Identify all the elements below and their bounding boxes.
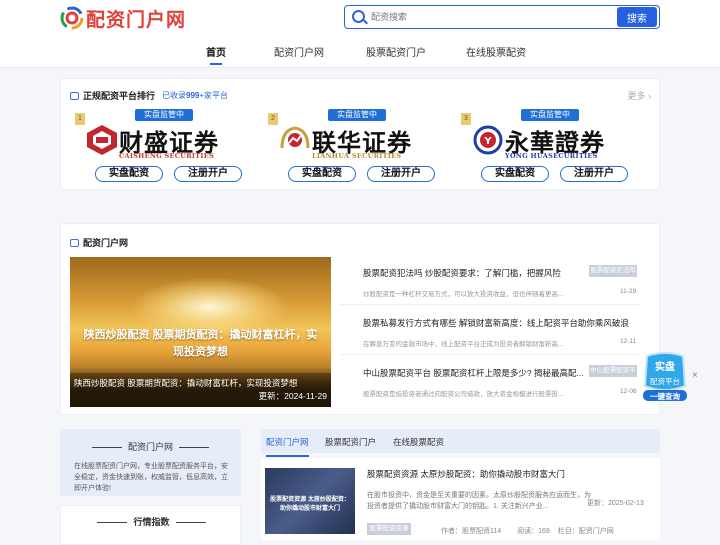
portal-title: 配资门户网 [83,238,129,248]
article-tabs: 配资门户网 股票配资门户 在线股票配资 [261,429,660,457]
portal-header: 配资门户网 [70,236,128,249]
margin-trade-button[interactable]: 实盘配资 [481,166,549,182]
margin-trade-button[interactable]: 实盘配资 [288,166,356,182]
about-title: 配资门户网 [60,440,241,453]
news-icon [70,238,79,247]
news-date: 12-11 [620,338,637,345]
news-desc: 炒股配资是一种杠杆交易方式，可以放大投资收益，但也伴随着更高... [363,291,564,298]
ranking-title: 正规配资平台排行 [83,91,156,101]
nav-home[interactable]: 首页 [206,44,226,65]
news-tag[interactable]: 中山股票配资平台 [589,365,637,386]
nav-portal[interactable]: 配资门户网 [274,44,324,59]
article-meta: 作者：股票配资114 阅读：169 栏目：配资门户网 [441,526,614,536]
tab-stock-portal[interactable]: 股票配资门户 [325,436,376,448]
float-line1: 实盘 [655,362,675,373]
site-logo[interactable]: 配资门户网 [60,6,187,31]
register-button[interactable]: 注册开户 [174,166,242,182]
search-input[interactable] [371,9,611,25]
close-icon[interactable]: × [692,370,698,381]
margin-trade-button[interactable]: 实盘配资 [95,166,163,182]
news-title[interactable]: 股票私募发行方式有哪些 解锁财富新高度：线上配资平台助你乘风破浪 [363,317,629,329]
article-title[interactable]: 股票配资资源 太原炒股配资：助你撬动股市财富大门 [367,468,565,480]
market-index-panel: 行情指数 [60,505,241,545]
ranking-count: 999 [186,91,200,100]
news-desc: 在瞬息万变的金融市场中，线上配资平台正成为投资者解锁财富新高... [363,341,564,348]
yonghua-logo-icon: Y [473,125,503,155]
ranking-header: 正规配资平台排行 已收录999+家平台 [70,89,228,102]
about-desc: 在线股票配资门户网，专业股票配资服务平台，安全稳定，资金快速到账，权威监管，低息… [74,463,228,492]
hero-headline: 陕西炒股配资 股票期货配资：撬动财富杠杆，实现投资梦想 [83,329,318,358]
chat-icon [70,91,79,100]
main-nav: 首页 配资门户网 股票配资门户 在线股票配资 [0,44,720,65]
hero-banner[interactable]: 陕西炒股配资 股票期货配资：撬动财富杠杆，实现投资梦想 陕西炒股配资 股票期货配… [70,257,331,407]
logo-swirl-icon [60,6,84,30]
article-column[interactable]: 栏目：配资门户网 [558,528,614,535]
ranking-section: 正规配资平台排行 已收录999+家平台 更多 › 1 实盘监管中 财盛证券 CA… [60,78,660,190]
article-tag[interactable]: 股票配资资源 [367,523,411,535]
article-item[interactable]: 股票配资资源 太原炒股配资：助你撬动股市财富大门 股票配资资源 太原炒股配资：助… [261,458,660,540]
article-desc: 在股市投资中，资金是至关重要的因素。太原炒股配资服务应运而生，为投资者提供了撬动… [367,492,591,510]
nav-stock-portal[interactable]: 股票配资门户 [366,44,426,59]
regulated-badge: 实盘监管中 [328,109,386,121]
article-date: 更新：2025-02-13 [587,500,644,507]
float-line3: 一键查询 [650,392,680,401]
news-title[interactable]: 中山股票配资平台 股票配资杠杆上限是多少? 揭秘最高配... [363,367,584,379]
float-query-widget[interactable]: 实盘 配资平台 一键查询 [641,352,689,402]
article-thumbnail[interactable]: 股票配资资源 太原炒股配资：助你撬动股市财富大门 [265,468,355,534]
tab-online-stock[interactable]: 在线股票配资 [393,436,444,448]
register-button[interactable]: 注册开户 [367,166,435,182]
search-button[interactable]: 搜索 [617,7,657,27]
caisheng-logo-icon [87,125,117,155]
news-title[interactable]: 股票配资犯法吗 炒股配资要求：了解门槛，把握风险 [363,267,561,279]
news-tag[interactable]: 股票配资犯法吗 [589,265,637,277]
broker-card-1[interactable]: 1 实盘监管中 财盛证券 CAISHENG SECURITIES 实盘配资 注册… [73,109,255,186]
rank-badge: 3 [461,113,471,125]
chevron-right-icon: › [648,91,651,101]
site-name: 配资门户网 [86,8,187,31]
search-box: 搜索 [344,5,660,29]
regulated-badge: 实盘监管中 [521,109,579,121]
about-panel: 配资门户网 在线股票配资门户网，专业股票配资服务平台，安全稳定，资金快速到账，权… [60,429,241,496]
broker-english-name: LIANHUA SECURITIES [312,152,402,160]
hero-caption: 陕西炒股配资 股票期货配资：撬动财富杠杆，实现投资梦想 [74,378,298,388]
register-button[interactable]: 注册开户 [560,166,628,182]
news-date: 12-06 [620,388,637,395]
svg-text:Y: Y [483,136,492,147]
lianhua-logo-icon [280,126,310,149]
article-reads: 阅读：169 [517,528,550,535]
broker-english-name: CAISHENG SECURITIES [119,152,214,160]
news-date: 11-29 [620,288,637,295]
news-desc: 股票配资是指投资者通过向配资公司借款，放大资金规模进行股票投... [363,391,564,398]
broker-card-2[interactable]: 2 实盘监管中 联华证券 LIANHUA SECURITIES 实盘配资 注册开… [266,109,448,186]
article-author: 作者：股票配资114 [441,528,502,535]
broker-card-3[interactable]: 3 实盘监管中 Y 永華證券 YONG HUASECURITIES 实盘配资 注… [459,109,641,186]
tab-portal[interactable]: 配资门户网 [266,436,309,457]
hero-date: 更新：2024-11-29 [258,391,327,401]
top-header: 配资门户网 搜索 首页 配资门户网 股票配资门户 在线股票配资 [0,0,720,68]
nav-online-stock[interactable]: 在线股票配资 [466,44,526,59]
ranking-subtitle: 已收录999+家平台 [162,91,229,100]
market-index-title: 行情指数 [61,515,242,528]
rank-badge: 1 [75,113,85,125]
float-line2: 配资平台 [650,377,680,386]
ranking-more-link[interactable]: 更多 › [627,89,651,102]
regulated-badge: 实盘监管中 [135,109,193,121]
search-icon [352,10,365,23]
article-thumb-text: 股票配资资源 太原炒股配资：助你撬动股市财富大门 [270,497,350,512]
broker-english-name: YONG HUASECURITIES [505,152,598,160]
rank-badge: 2 [268,113,278,125]
